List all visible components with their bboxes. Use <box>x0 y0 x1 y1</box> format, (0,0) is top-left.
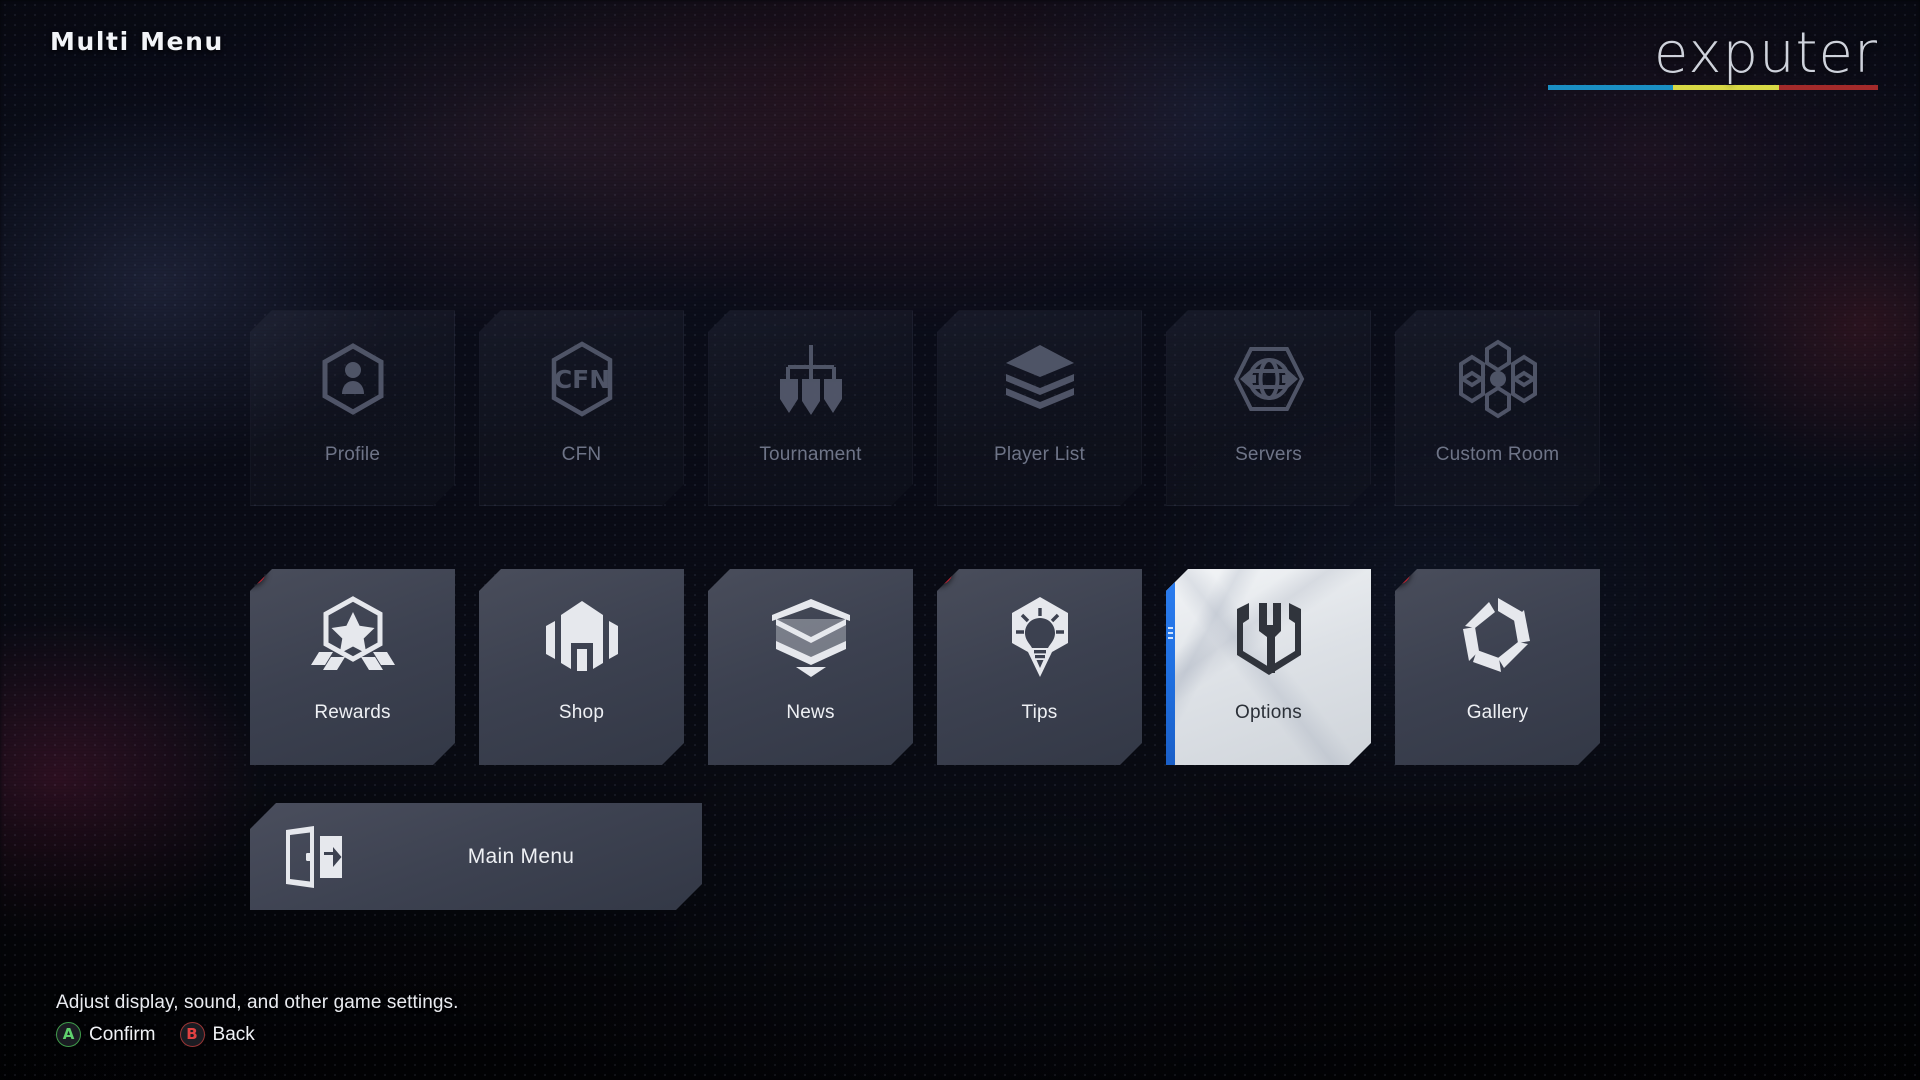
profile-hexagon-icon <box>318 315 388 443</box>
button-a-icon: A <box>56 1022 81 1047</box>
menu-tile-label: Rewards <box>314 702 391 723</box>
menu-tile-label: Shop <box>558 702 605 723</box>
footer-bar: Adjust display, sound, and other game se… <box>56 992 459 1047</box>
prompt-confirm-label: Confirm <box>89 1023 156 1045</box>
menu-tile-tips[interactable]: Tips <box>937 569 1142 765</box>
menu-tile-label: CFN <box>561 444 602 465</box>
main-menu-button-label: Main Menu <box>467 844 575 868</box>
menu-tile-cfn: CFN CFN <box>479 310 684 506</box>
menu-tile-grid: Profile CFN CFN Tournament Player List Server… <box>250 310 1670 765</box>
wrench-icon <box>1229 573 1309 701</box>
prompt-confirm[interactable]: A Confirm <box>56 1022 156 1047</box>
menu-tile-gallery[interactable]: Gallery <box>1395 569 1600 765</box>
context-description: Adjust display, sound, and other game se… <box>56 992 459 1013</box>
menu-tile-label: Servers <box>1235 444 1302 465</box>
menu-tile-label: Tournament <box>759 444 862 465</box>
button-b-icon: B <box>179 1022 205 1047</box>
svg-text:CFN: CFN <box>553 365 609 394</box>
tile-row-bottom: Rewards Shop News Tips Options Gallery <box>250 569 1670 765</box>
star-badge-icon <box>311 573 395 701</box>
exputer-watermark-logo: exputer <box>1548 26 1878 90</box>
menu-tile-news[interactable]: News <box>708 569 913 765</box>
menu-tile-label: Profile <box>324 444 381 465</box>
menu-tile-tournament: Tournament <box>708 310 913 506</box>
watermark-text: exputer <box>1653 21 1878 86</box>
menu-tile-options[interactable]: Options <box>1166 569 1371 765</box>
tournament-bracket-icon <box>774 315 848 443</box>
new-content-lightbulb-badge <box>1382 556 1411 585</box>
lightbulb-icon <box>1000 573 1080 701</box>
exit-door-icon <box>250 826 382 888</box>
menu-tile-label: News <box>786 702 835 723</box>
menu-tile-label: Options <box>1235 702 1302 723</box>
menu-tile-shop[interactable]: Shop <box>479 569 684 765</box>
menu-tile-label: Player List <box>994 444 1085 465</box>
prompt-back[interactable]: B Back <box>179 1022 255 1047</box>
prompt-back-label: Back <box>212 1023 255 1045</box>
hexagon-cluster-icon <box>1458 315 1538 443</box>
cfn-hexagon-icon: CFN <box>549 315 615 443</box>
selection-accent-bar <box>1166 569 1175 765</box>
selection-tick-marks <box>1168 627 1173 642</box>
stacked-layers-icon <box>1003 315 1077 443</box>
envelope-icon <box>768 573 854 701</box>
main-menu-button[interactable]: Main Menu <box>250 803 702 910</box>
new-content-lightbulb-badge <box>924 556 953 585</box>
tile-row-top: Profile CFN CFN Tournament Player List Server… <box>250 310 1670 506</box>
button-prompts: A Confirm B Back <box>56 1022 459 1047</box>
menu-tile-profile: Profile <box>250 310 455 506</box>
storefront-icon <box>541 573 623 701</box>
menu-tile-label: Custom Room <box>1435 444 1560 465</box>
globe-network-icon <box>1226 315 1312 443</box>
menu-tile-custom-room: Custom Room <box>1395 310 1600 506</box>
camera-shutter-icon <box>1458 573 1538 701</box>
menu-tile-label: Gallery <box>1466 702 1529 723</box>
menu-tile-label: Tips <box>1021 702 1058 723</box>
menu-tile-servers: Servers <box>1166 310 1371 506</box>
menu-tile-player-list: Player List <box>937 310 1142 506</box>
page-title: Multi Menu <box>50 27 224 56</box>
menu-tile-rewards[interactable]: Rewards <box>250 569 455 765</box>
